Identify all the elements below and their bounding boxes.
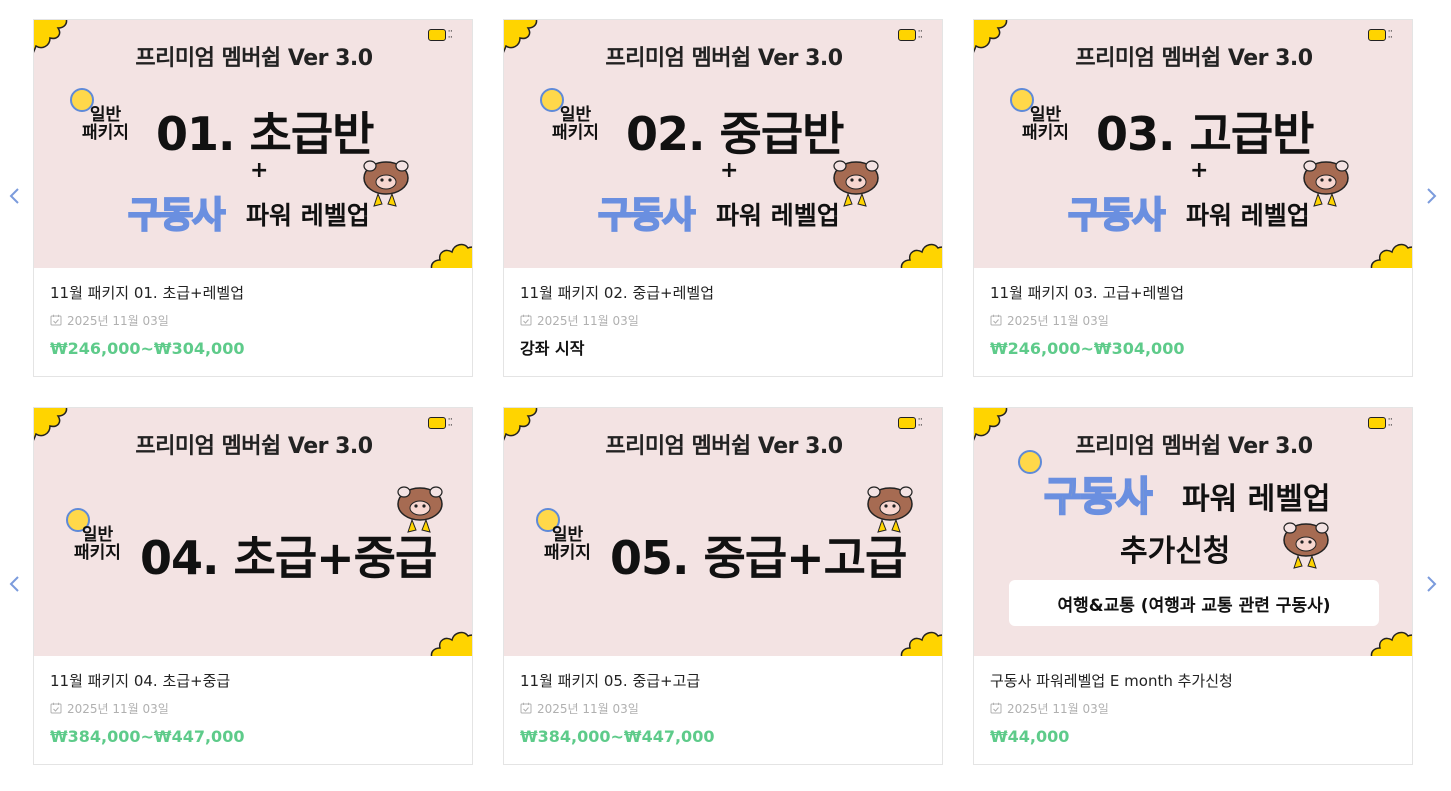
mascot-icon <box>390 478 450 538</box>
product-date: 2025년 11월 03일 <box>990 312 1396 328</box>
cloud-icon <box>430 628 473 656</box>
product-title[interactable]: 11월 패키지 03. 고급+레벨업 <box>990 282 1396 304</box>
banner-title: 프리미엄 멤버쉽 Ver 3.0 <box>1075 46 1313 71</box>
product-title[interactable]: 11월 패키지 04. 초급+중급 <box>50 670 456 692</box>
carousel-prev-button[interactable] <box>4 184 24 208</box>
mascot-icon <box>860 478 920 538</box>
cloud-icon <box>900 240 943 268</box>
carousel-next-button[interactable] <box>1422 184 1442 208</box>
plus-sign: + <box>720 158 739 183</box>
cloud-icon <box>430 240 473 268</box>
product-price: ₩384,000~₩447,000 <box>520 727 715 746</box>
product-date: 2025년 11월 03일 <box>50 312 456 328</box>
cloud-icon <box>1370 628 1413 656</box>
product-title[interactable]: 11월 패키지 01. 초급+레벨업 <box>50 282 456 304</box>
gudongsa-label: 구동사 <box>127 194 226 237</box>
calendar-icon <box>50 314 62 326</box>
package-label: 일반 패키지 <box>82 105 129 143</box>
product-thumbnail: ·· ·· 프리미엄 멤버쉽 Ver 3.0 일반 패키지 04. 초급+중급 <box>34 408 473 656</box>
product-title[interactable]: 11월 패키지 02. 중급+레벨업 <box>520 282 926 304</box>
calendar-icon <box>990 702 1002 714</box>
product-card[interactable]: ·· ·· 프리미엄 멤버쉽 Ver 3.0 일반 패키지 01. 초급반 + 구동… <box>33 19 473 377</box>
product-card[interactable]: ·· ·· 프리미엄 멤버쉽 Ver 3.0 일반 패키지 05. 중급+고급 11… <box>503 407 943 765</box>
product-price: ₩246,000~₩304,000 <box>50 339 245 358</box>
chevron-right-icon <box>1427 188 1437 204</box>
package-label: 일반 패키지 <box>552 105 599 143</box>
package-label: 일반 패키지 <box>74 525 121 563</box>
cloud-icon <box>900 628 943 656</box>
plus-sign: + <box>1190 158 1209 183</box>
category-box: 여행&교통 (여행과 교통 관련 구동사) <box>1009 580 1379 626</box>
product-thumbnail: ·· ·· 프리미엄 멤버쉽 Ver 3.0 일반 패키지 03. 고급반 + 구동… <box>974 20 1413 268</box>
carousel-next-button[interactable] <box>1422 572 1442 596</box>
mascot-icon <box>826 152 886 212</box>
calendar-icon <box>50 702 62 714</box>
product-thumbnail: ·· ·· 프리미엄 멤버쉽 Ver 3.0 구동사 파워 레벨업 추가신청 여행… <box>974 408 1413 656</box>
carousel-prev-button[interactable] <box>4 572 24 596</box>
product-row-1: ·· ·· 프리미엄 멤버쉽 Ver 3.0 일반 패키지 01. 초급반 + 구동… <box>0 19 1451 377</box>
product-thumbnail: ·· ·· 프리미엄 멤버쉽 Ver 3.0 일반 패키지 01. 초급반 + 구동… <box>34 20 473 268</box>
banner-title: 프리미엄 멤버쉽 Ver 3.0 <box>605 434 843 459</box>
product-date: 2025년 11월 03일 <box>520 700 926 716</box>
medal-icon <box>1018 450 1042 474</box>
product-thumbnail: ·· ·· 프리미엄 멤버쉽 Ver 3.0 일반 패키지 05. 중급+고급 <box>504 408 943 656</box>
package-name: 02. 중급반 <box>626 107 844 161</box>
package-label: 일반 패키지 <box>1022 105 1069 143</box>
product-date: 2025년 11월 03일 <box>520 312 926 328</box>
gudongsa-label: 구동사 <box>1067 194 1166 237</box>
power-levelup-label: 파워 레벨업 <box>246 201 370 230</box>
product-card[interactable]: ·· ·· 프리미엄 멤버쉽 Ver 3.0 일반 패키지 04. 초급+중급 11… <box>33 407 473 765</box>
calendar-icon <box>520 314 532 326</box>
chevron-left-icon <box>9 188 19 204</box>
chevron-right-icon <box>1427 576 1437 592</box>
power-levelup-label: 파워 레벨업 <box>716 201 840 230</box>
product-price: ₩246,000~₩304,000 <box>990 339 1185 358</box>
calendar-icon <box>990 314 1002 326</box>
power-levelup-label: 파워 레벨업 <box>1186 201 1310 230</box>
product-row-2: ·· ·· 프리미엄 멤버쉽 Ver 3.0 일반 패키지 04. 초급+중급 11… <box>0 407 1451 765</box>
banner-title: 프리미엄 멤버쉽 Ver 3.0 <box>135 434 373 459</box>
product-card[interactable]: ·· ·· 프리미엄 멤버쉽 Ver 3.0 일반 패키지 03. 고급반 + 구동… <box>973 19 1413 377</box>
product-date: 2025년 11월 03일 <box>990 700 1396 716</box>
product-card[interactable]: ·· ·· 프리미엄 멤버쉽 Ver 3.0 구동사 파워 레벨업 추가신청 여행… <box>973 407 1413 765</box>
power-levelup-label: 파워 레벨업 <box>1182 482 1331 517</box>
product-thumbnail: ·· ·· 프리미엄 멤버쉽 Ver 3.0 일반 패키지 02. 중급반 + 구동… <box>504 20 943 268</box>
package-name: 01. 초급반 <box>156 107 374 161</box>
add-request-label: 추가신청 <box>1120 534 1231 569</box>
banner-title: 프리미엄 멤버쉽 Ver 3.0 <box>605 46 843 71</box>
package-label: 일반 패키지 <box>544 525 591 563</box>
gudongsa-label: 구동사 <box>1043 473 1153 521</box>
calendar-icon <box>520 702 532 714</box>
product-title[interactable]: 11월 패키지 05. 중급+고급 <box>520 670 926 692</box>
cloud-icon <box>1370 240 1413 268</box>
banner-title: 프리미엄 멤버쉽 Ver 3.0 <box>135 46 373 71</box>
product-title[interactable]: 구동사 파워레벨업 E month 추가신청 <box>990 670 1396 692</box>
plus-sign: + <box>250 158 269 183</box>
gudongsa-label: 구동사 <box>597 194 696 237</box>
mascot-icon <box>356 152 416 212</box>
product-date: 2025년 11월 03일 <box>50 700 456 716</box>
product-price: ₩44,000 <box>990 727 1070 746</box>
product-card[interactable]: ·· ·· 프리미엄 멤버쉽 Ver 3.0 일반 패키지 02. 중급반 + 구동… <box>503 19 943 377</box>
product-status: 강좌 시작 <box>520 339 585 358</box>
package-name: 03. 고급반 <box>1096 107 1314 161</box>
mascot-icon <box>1296 152 1356 212</box>
product-price: ₩384,000~₩447,000 <box>50 727 245 746</box>
mascot-icon <box>1276 514 1336 574</box>
chevron-left-icon <box>9 576 19 592</box>
